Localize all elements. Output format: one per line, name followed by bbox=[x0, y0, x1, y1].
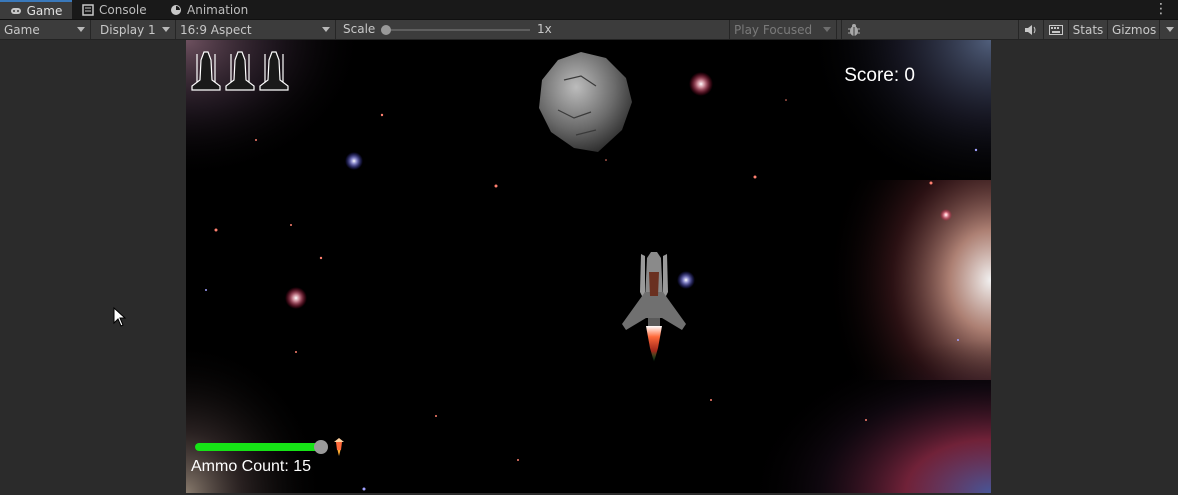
display-select-value: Display 1 bbox=[100, 22, 156, 37]
tab-label: Game bbox=[26, 3, 63, 18]
star-glow bbox=[677, 271, 695, 289]
star-glow bbox=[345, 152, 363, 170]
mouse-cursor-icon bbox=[113, 307, 127, 327]
star-glow bbox=[940, 209, 952, 221]
more-options-icon[interactable]: ⋮ bbox=[1154, 1, 1168, 17]
window-tab-bar: Game Console Animation ⋮ bbox=[0, 0, 1178, 20]
chevron-down-icon bbox=[162, 27, 170, 32]
star-glow bbox=[285, 287, 307, 309]
ammo-bar-handle bbox=[314, 440, 328, 454]
speaker-icon bbox=[1025, 24, 1036, 35]
aspect-select-value: 16:9 Aspect bbox=[180, 22, 252, 37]
scale-value: 1x bbox=[537, 22, 552, 36]
chevron-down-icon bbox=[322, 27, 330, 32]
display-select[interactable]: Display 1 bbox=[96, 20, 176, 39]
chevron-down-icon bbox=[1165, 27, 1174, 32]
bug-icon bbox=[848, 23, 860, 36]
game-toolbar: Game Display 1 16:9 Aspect Scale Play Fo… bbox=[0, 20, 1178, 40]
game-viewport[interactable]: Score: 0 Ammo Count: 15 bbox=[186, 40, 991, 493]
lives-indicator bbox=[191, 51, 289, 91]
ammo-bar bbox=[195, 443, 323, 451]
gamepad-icon bbox=[10, 7, 21, 14]
view-select-value: Game bbox=[4, 22, 40, 37]
keyboard-shortcuts-button[interactable] bbox=[1043, 20, 1068, 39]
score-text: Score: 0 bbox=[844, 65, 915, 86]
tab-game[interactable]: Game bbox=[0, 0, 72, 19]
mute-audio-button[interactable] bbox=[1018, 20, 1043, 39]
tab-label: Console bbox=[99, 2, 147, 17]
star-glow bbox=[689, 72, 713, 96]
gizmos-dropdown[interactable] bbox=[1159, 20, 1178, 39]
ammo-bar-fill bbox=[195, 443, 323, 451]
gizmos-button[interactable]: Gizmos bbox=[1107, 20, 1159, 39]
keyboard-icon bbox=[1049, 24, 1063, 35]
space-background bbox=[186, 40, 991, 493]
view-select[interactable]: Game bbox=[0, 20, 91, 39]
stats-button[interactable]: Stats bbox=[1068, 20, 1107, 39]
gizmos-label: Gizmos bbox=[1112, 22, 1157, 37]
scale-slider-thumb[interactable] bbox=[381, 25, 391, 35]
console-icon bbox=[82, 3, 94, 16]
aspect-select[interactable]: 16:9 Aspect bbox=[176, 20, 336, 39]
debug-bug-button[interactable] bbox=[841, 20, 866, 39]
tab-animation[interactable]: Animation bbox=[170, 0, 248, 19]
stats-label: Stats bbox=[1072, 22, 1104, 37]
chevron-down-icon bbox=[77, 27, 85, 32]
animation-icon bbox=[171, 4, 181, 15]
chevron-down-icon bbox=[823, 27, 831, 32]
scale-slider-track[interactable] bbox=[386, 29, 530, 31]
play-mode-value: Play Focused bbox=[734, 22, 813, 37]
tab-console[interactable]: Console bbox=[82, 0, 147, 19]
tab-label: Animation bbox=[187, 2, 249, 17]
play-mode-select[interactable]: Play Focused bbox=[729, 20, 837, 39]
scale-label: Scale bbox=[343, 22, 376, 36]
ammo-count-text: Ammo Count: 15 bbox=[191, 458, 312, 475]
